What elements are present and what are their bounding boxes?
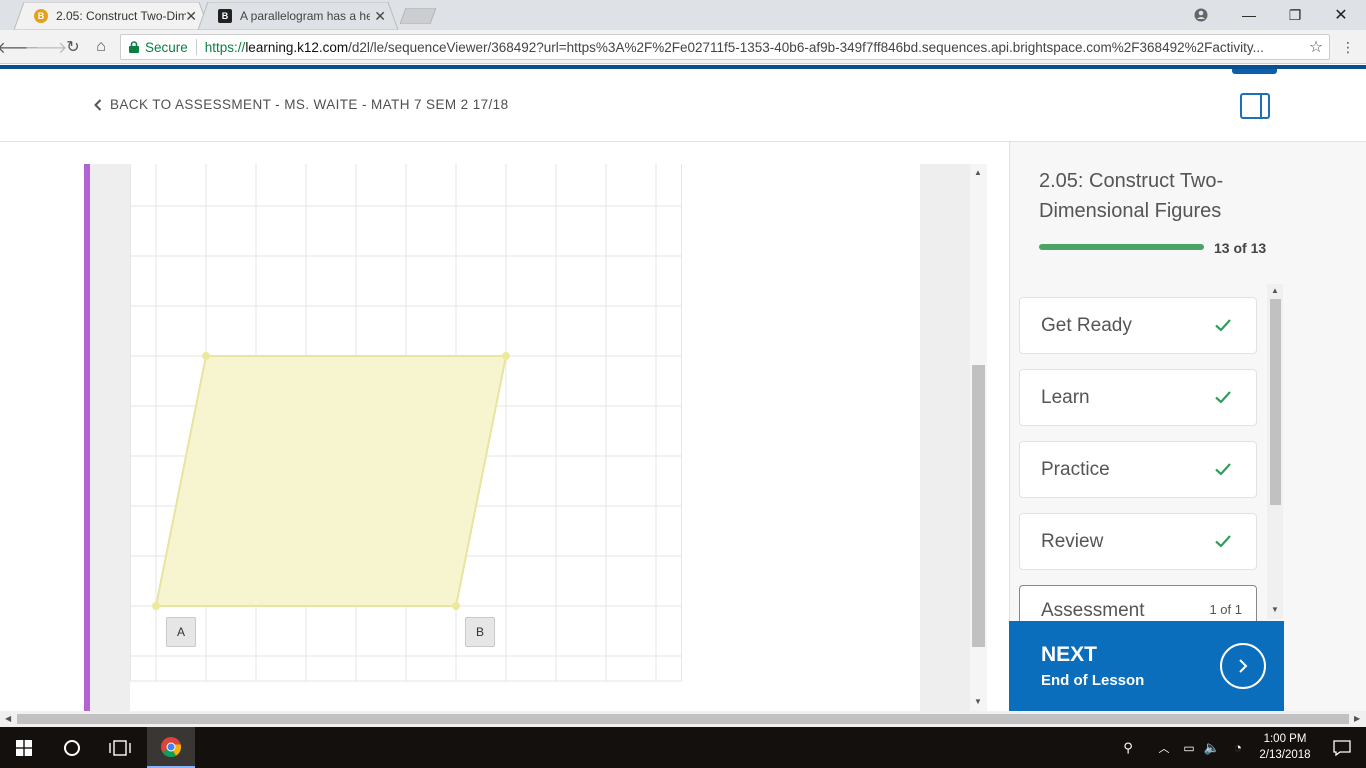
minimize-window-icon[interactable]: — [1226, 0, 1272, 30]
step-label: Get Ready [1041, 314, 1132, 336]
forward-icon[interactable]: 🡒 [25, 37, 68, 57]
divider [195, 39, 197, 55]
page-horizontal-scrollbar-thumb[interactable] [17, 714, 1349, 724]
vertex-b[interactable] [452, 602, 460, 610]
scroll-down-arrow-icon[interactable]: ▼ [1271, 605, 1279, 614]
action-center-icon[interactable] [1318, 727, 1366, 768]
cortana-search-icon[interactable] [48, 727, 96, 768]
content-scrollbar-thumb[interactable] [972, 365, 985, 647]
profile-icon[interactable] [1178, 0, 1224, 30]
back-to-assessment-link[interactable]: BACK TO ASSESSMENT - MS. WAITE - MATH 7 … [94, 97, 509, 112]
volume-icon[interactable]: 🔈 [1200, 727, 1224, 768]
browser-toolbar: 🡐 🡒 ↻ ⌂ Secure https://learning.k12.com/… [0, 30, 1366, 64]
task-view-icon[interactable] [96, 727, 144, 768]
brightspace-favicon-icon: B [34, 9, 48, 23]
checkmark-icon [1215, 391, 1231, 404]
checkmark-icon [1215, 535, 1231, 548]
content-margin [90, 164, 130, 711]
step-label: Practice [1041, 458, 1110, 480]
next-button[interactable]: NEXT End of Lesson [1009, 621, 1284, 711]
close-tab-icon[interactable]: ✕ [374, 8, 386, 25]
close-window-icon[interactable]: ✕ [1318, 0, 1364, 30]
chevron-left-icon [94, 98, 102, 111]
chrome-taskbar-icon[interactable] [147, 727, 195, 768]
next-label: NEXT [1041, 643, 1098, 666]
restore-window-icon[interactable]: ❐ [1272, 0, 1318, 30]
header-tab-indicator [1232, 69, 1277, 74]
step-practice[interactable]: Practice [1019, 441, 1257, 498]
wifi-icon[interactable]: ◔ [1226, 727, 1250, 768]
windows-taskbar: ⚲ ︿ ▭ 🔈 ◔ 1:00 PM 2/13/2018 [0, 727, 1366, 768]
tab-title: 2.05: Construct Two-Dim [56, 9, 186, 23]
tab-construct-figures[interactable]: B 2.05: Construct Two-Dim ✕ [14, 2, 209, 30]
step-label: Assessment [1041, 600, 1145, 621]
lock-icon [129, 41, 139, 53]
browser-tab-strip: B 2.05: Construct Two-Dim ✕ B A parallel… [0, 0, 1366, 30]
show-hidden-icons-chevron-up-icon[interactable]: ︿ [1152, 727, 1176, 768]
step-label: Review [1041, 530, 1104, 552]
checkmark-icon [1215, 463, 1231, 476]
scroll-up-arrow-icon[interactable]: ▲ [974, 168, 982, 177]
next-sublabel: End of Lesson [1041, 672, 1145, 689]
lesson-title: 2.05: Construct Two-Dimensional Figures [1039, 170, 1224, 222]
scroll-up-arrow-icon[interactable]: ▲ [1271, 286, 1279, 295]
bookmark-star-icon[interactable]: ☆ [1306, 37, 1326, 57]
checkmark-icon [1215, 319, 1231, 332]
tab-parallelogram[interactable]: B A parallelogram has a he ✕ [198, 2, 398, 30]
clock-date: 2/13/2018 [1259, 749, 1311, 761]
toggle-panel-icon[interactable] [1240, 93, 1270, 119]
vertex-top-right[interactable] [502, 352, 510, 360]
lesson-progress-text: 13 of 13 [1214, 240, 1267, 256]
taskbar-clock[interactable]: 1:00 PM 2/13/2018 [1252, 731, 1318, 763]
reload-icon[interactable]: ↻ [63, 37, 83, 57]
scroll-left-arrow-icon[interactable]: ◀ [5, 714, 11, 723]
page-header: BACK TO ASSESSMENT - MS. WAITE - MATH 7 … [0, 69, 1366, 142]
address-bar[interactable]: Secure https://learning.k12.com/d2l/le/s… [120, 34, 1330, 60]
step-label: Learn [1041, 386, 1090, 408]
chrome-menu-icon[interactable]: ⋮ [1338, 37, 1358, 57]
close-tab-icon[interactable]: ✕ [185, 8, 197, 25]
back-link-label: BACK TO ASSESSMENT - MS. WAITE - MATH 7 … [110, 97, 509, 112]
content-margin [920, 164, 970, 711]
step-count: 1 of 1 [1209, 602, 1242, 617]
scroll-down-arrow-icon[interactable]: ▼ [974, 697, 982, 706]
scroll-right-arrow-icon[interactable]: ▶ [1354, 714, 1360, 723]
people-icon[interactable]: ⚲ [1110, 727, 1146, 768]
step-review[interactable]: Review [1019, 513, 1257, 570]
point-label-a: A [166, 617, 196, 647]
step-learn[interactable]: Learn [1019, 369, 1257, 426]
secure-indicator[interactable]: Secure [129, 40, 188, 55]
new-tab-button[interactable] [400, 8, 436, 24]
step-get-ready[interactable]: Get Ready [1019, 297, 1257, 354]
parallelogram-shape [154, 355, 508, 607]
secure-label: Secure [145, 39, 188, 55]
vertex-top-left[interactable] [202, 352, 210, 360]
chevron-right-icon [1220, 643, 1266, 689]
vertex-a[interactable] [152, 602, 160, 610]
step-assessment[interactable]: Assessment 1 of 1 [1019, 585, 1257, 621]
sidebar-scrollbar-thumb[interactable] [1270, 299, 1281, 505]
coordinate-grid [130, 164, 682, 682]
url-text: https://learning.k12.com/d2l/le/sequence… [204, 39, 1264, 55]
clock-time: 1:00 PM [1263, 733, 1307, 745]
lesson-progress-bar [1039, 244, 1204, 250]
brainly-favicon-icon: B [218, 9, 232, 23]
tab-title: A parallelogram has a he [240, 9, 370, 23]
point-label-b: B [465, 617, 495, 647]
home-icon[interactable]: ⌂ [91, 37, 111, 57]
battery-icon[interactable]: ▭ [1178, 727, 1200, 768]
windows-start-icon[interactable] [0, 727, 48, 768]
